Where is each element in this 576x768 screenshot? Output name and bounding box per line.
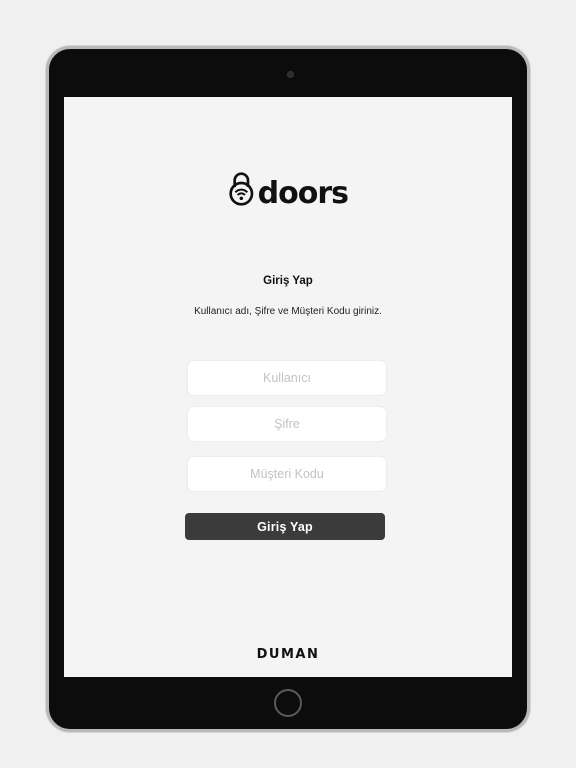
lock-wifi-icon: [229, 172, 254, 206]
canvas: doors Giriş Yap Kullanıcı adı, Şifre ve …: [0, 0, 576, 768]
username-input[interactable]: [188, 361, 386, 395]
password-input[interactable]: [188, 407, 386, 441]
brand-name: doors: [257, 176, 349, 211]
home-button[interactable]: [274, 689, 302, 717]
footer-brand-logo: DUMAN: [256, 647, 320, 662]
camera-icon: [287, 71, 294, 78]
login-button[interactable]: Giriş Yap: [185, 513, 385, 540]
customer-code-input[interactable]: [188, 457, 386, 491]
page-title: Giriş Yap: [263, 275, 313, 287]
login-screen: doors Giriş Yap Kullanıcı adı, Şifre ve …: [64, 97, 512, 677]
page-subtitle: Kullanıcı adı, Şifre ve Müşteri Kodu gir…: [194, 306, 382, 317]
app-logo: doors: [228, 161, 349, 217]
